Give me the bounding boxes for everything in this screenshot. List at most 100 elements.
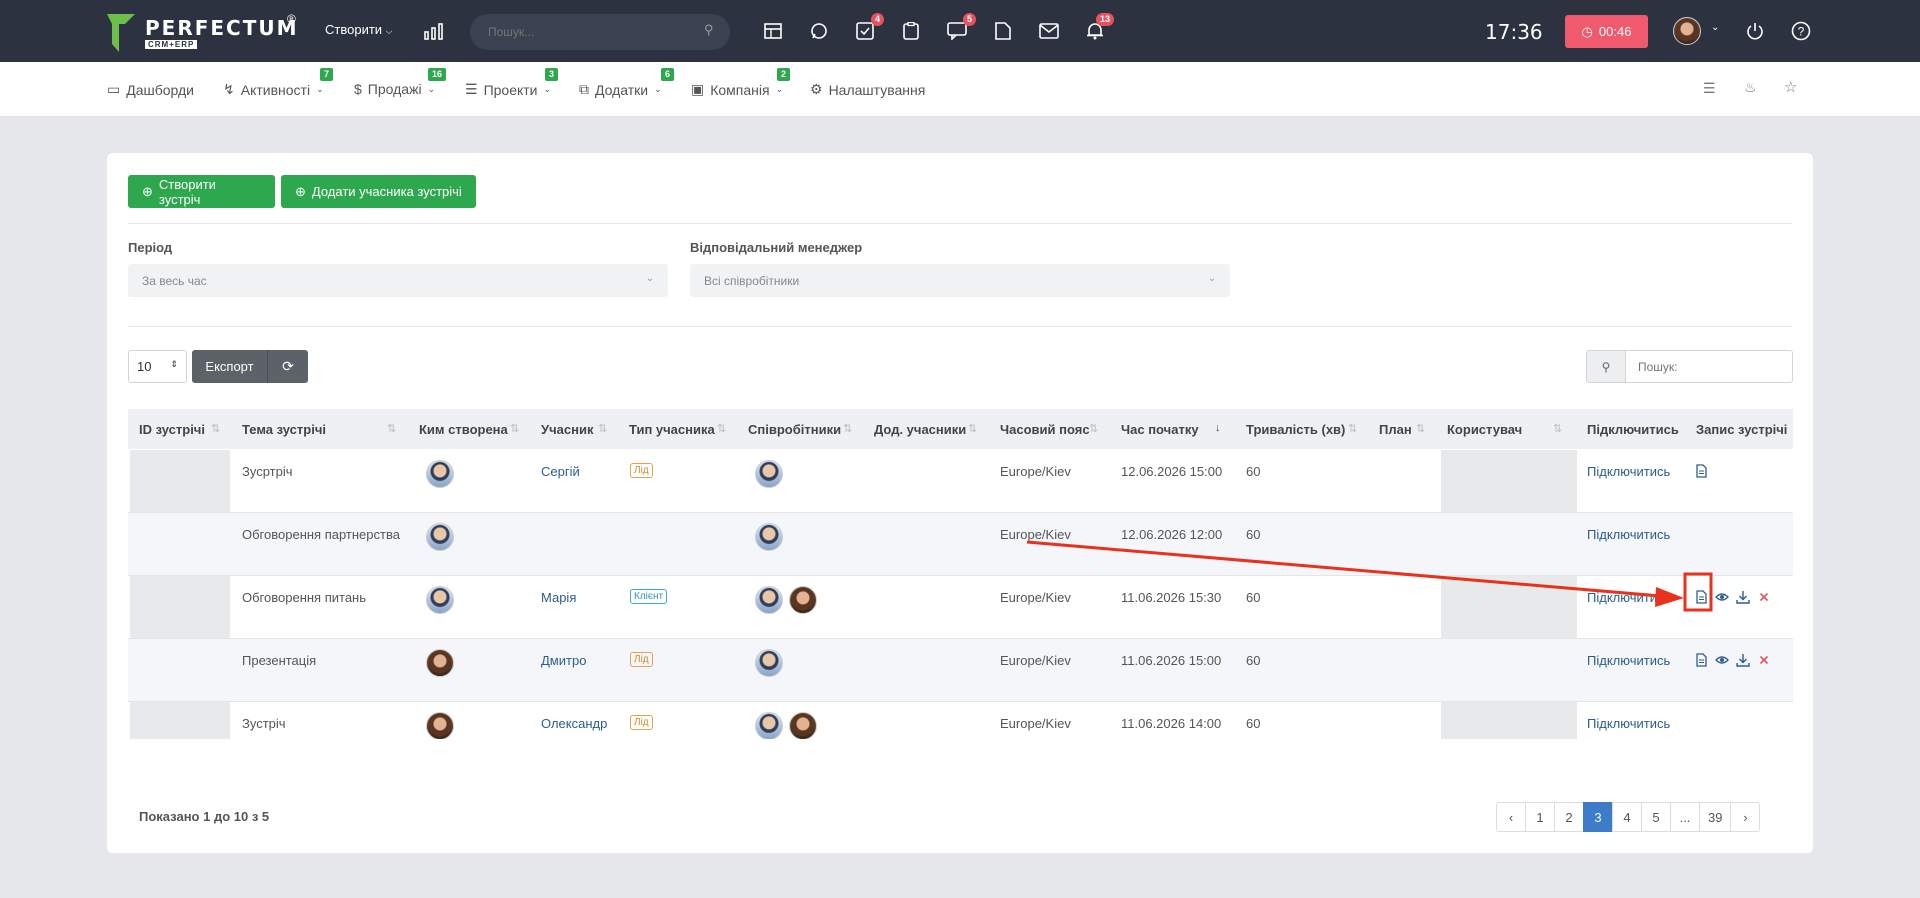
page-button[interactable]: 39 — [1699, 802, 1732, 832]
row-participant[interactable]: Марія — [541, 590, 576, 605]
th-extra-participants[interactable]: Дод. учасники — [874, 422, 966, 437]
connect-link[interactable]: Підключитись — [1587, 527, 1670, 542]
sort-icon[interactable]: ⇅ — [1089, 422, 1098, 435]
creator-avatar[interactable] — [426, 712, 454, 739]
page-button[interactable]: 1 — [1525, 802, 1555, 832]
table-search-input[interactable] — [1625, 350, 1793, 383]
table-row[interactable]: Презентація Дмитро Лід Europe/Kiev 11.06… — [128, 639, 1793, 702]
connect-link[interactable]: Підключитись — [1587, 653, 1670, 668]
nav-item-settings[interactable]: ⚙ Налаштування — [810, 81, 925, 98]
connect-link[interactable]: Підключитись — [1587, 590, 1670, 605]
chat-icon[interactable] — [806, 18, 832, 44]
sort-icon[interactable]: ⇅ — [968, 422, 977, 435]
create-dropdown-button[interactable]: Створити ⌵ — [325, 22, 393, 37]
th-employees[interactable]: Співробітники — [748, 422, 841, 437]
creator-avatar[interactable] — [426, 586, 454, 614]
sort-icon[interactable]: ⇅ — [1416, 422, 1425, 435]
sort-icon[interactable]: ⇅ — [211, 422, 220, 435]
employee-avatar[interactable] — [755, 523, 783, 551]
prev-page-button[interactable]: ‹ — [1496, 802, 1526, 832]
sort-icon[interactable]: ⇅ — [717, 422, 726, 435]
employee-avatar[interactable] — [755, 586, 783, 614]
nav-item-apps[interactable]: ⧉ Додатки ⌄ 6 — [579, 68, 675, 98]
connect-link[interactable]: Підключитись — [1587, 716, 1670, 731]
recording-file-icon[interactable] — [1694, 590, 1708, 604]
th-duration[interactable]: Тривалість (хв) — [1246, 422, 1345, 437]
export-button[interactable]: Експорт — [192, 350, 267, 383]
connect-link[interactable]: Підключитись — [1587, 464, 1670, 479]
sort-desc-icon[interactable]: ↓ — [1215, 422, 1221, 434]
th-id[interactable]: ID зустрічі — [139, 422, 205, 437]
power-icon[interactable] — [1742, 18, 1768, 44]
th-participant[interactable]: Учасник — [541, 422, 593, 437]
bar-chart-icon[interactable] — [421, 18, 447, 44]
nav-item-company[interactable]: ▣ Компанія ⌄ 2 — [691, 68, 791, 98]
th-start-time[interactable]: Час початку — [1121, 422, 1199, 437]
employee-avatar[interactable] — [755, 460, 783, 488]
document-icon[interactable] — [990, 18, 1016, 44]
employee-avatar[interactable] — [789, 586, 817, 614]
sort-icon[interactable]: ⇅ — [1553, 422, 1562, 435]
nav-item-projects[interactable]: ☰ Проекти ⌄ 3 — [465, 68, 559, 98]
employee-avatar[interactable] — [789, 712, 817, 739]
table-row[interactable]: Обговорення питань Марія Клієнт Europe/K… — [128, 576, 1793, 639]
layers-icon[interactable]: ☰ — [1703, 80, 1716, 97]
sort-icon[interactable]: ⇅ — [598, 422, 607, 435]
th-timezone[interactable]: Часовий пояс — [1000, 422, 1090, 437]
nav-item-activities[interactable]: ↯ Активності ⌄ 7 — [223, 68, 334, 98]
creator-avatar[interactable] — [426, 649, 454, 677]
th-created-by[interactable]: Ким створена — [419, 422, 508, 437]
sort-icon[interactable]: ⇅ — [387, 422, 396, 435]
messages-icon[interactable]: 5 — [944, 13, 976, 44]
page-button[interactable]: 2 — [1554, 802, 1584, 832]
table-row[interactable]: Зустріч Олександр Лід Europe/Kiev 11.06.… — [128, 702, 1793, 739]
th-topic[interactable]: Тема зустрічі — [242, 422, 326, 437]
flame-icon[interactable]: ♨ — [1744, 79, 1757, 96]
tasks-icon[interactable]: 4 — [852, 13, 884, 44]
creator-avatar[interactable] — [426, 523, 454, 551]
page-button-active[interactable]: 3 — [1583, 802, 1613, 832]
per-page-select[interactable]: 10 ⇕ — [128, 350, 187, 383]
th-recording[interactable]: Запис зустрічі — [1696, 422, 1787, 437]
avatar-chevron-down-icon[interactable]: ⌄ — [1711, 22, 1719, 33]
table-row[interactable]: Обговорення партнерства Europe/Kiev 12.0… — [128, 513, 1793, 576]
delete-icon[interactable] — [1757, 590, 1771, 604]
eye-icon[interactable] — [1715, 590, 1729, 604]
user-avatar[interactable] — [1673, 17, 1701, 45]
clipboard-icon[interactable] — [898, 18, 924, 44]
row-participant[interactable]: Сергій — [541, 464, 580, 479]
mail-icon[interactable] — [1036, 18, 1062, 44]
timer-button[interactable]: ◷ 00:46 — [1565, 15, 1648, 48]
recording-file-icon[interactable] — [1694, 464, 1708, 478]
table-search-button[interactable]: ⚲ — [1586, 350, 1626, 383]
sort-icon[interactable]: ⇅ — [1348, 422, 1357, 435]
download-icon[interactable] — [1736, 653, 1750, 667]
manager-select[interactable]: Всі співробітники ⌄ — [690, 264, 1230, 297]
th-connect[interactable]: Підключитись — [1587, 422, 1679, 437]
page-button[interactable]: 4 — [1612, 802, 1642, 832]
nav-item-dashboards[interactable]: ▭ Дашборди — [107, 81, 194, 98]
refresh-button[interactable]: ⟳ — [267, 350, 308, 383]
star-icon[interactable]: ☆ — [1784, 78, 1797, 96]
employee-avatar[interactable] — [755, 712, 783, 739]
delete-icon[interactable] — [1757, 653, 1771, 667]
nav-item-sales[interactable]: $ Продажі ⌄ 16 — [354, 68, 447, 97]
th-participant-type[interactable]: Тип учасника — [629, 422, 715, 437]
th-plan[interactable]: План — [1379, 422, 1412, 437]
sort-icon[interactable]: ⇅ — [510, 422, 519, 435]
global-search-input[interactable] — [470, 14, 730, 50]
download-icon[interactable] — [1736, 590, 1750, 604]
th-user[interactable]: Користувач — [1447, 422, 1522, 437]
creator-avatar[interactable] — [426, 460, 454, 488]
employee-avatar[interactable] — [755, 649, 783, 677]
bell-icon[interactable]: 13 — [1082, 13, 1114, 44]
row-participant[interactable]: Дмитро — [541, 653, 586, 668]
sort-icon[interactable]: ⇅ — [843, 422, 852, 435]
page-button[interactable]: 5 — [1641, 802, 1671, 832]
eye-icon[interactable] — [1715, 653, 1729, 667]
table-row[interactable]: Зусртріч Сергій Лід Europe/Kiev 12.06.20… — [128, 450, 1793, 513]
next-page-button[interactable]: › — [1730, 802, 1761, 832]
row-participant[interactable]: Олександр — [541, 716, 607, 731]
create-meeting-button[interactable]: ⊕ Створити зустріч — [128, 175, 275, 208]
calendar-table-icon[interactable] — [760, 18, 786, 44]
